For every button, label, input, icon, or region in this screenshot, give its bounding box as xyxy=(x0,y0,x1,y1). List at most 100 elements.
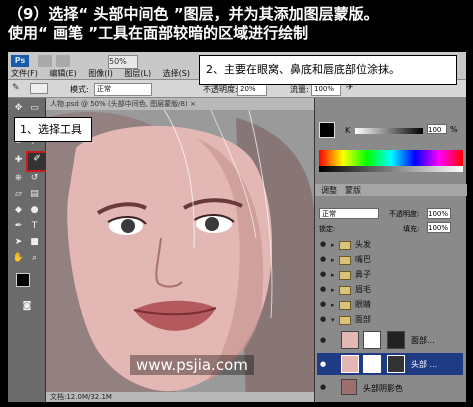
expand-arrow-icon[interactable]: ▸ xyxy=(331,238,335,252)
blend-mode-select[interactable]: 正常 xyxy=(319,208,379,219)
menu-edit[interactable]: 编辑(E) xyxy=(49,69,76,78)
bridge-icon[interactable] xyxy=(38,55,52,67)
grayscale-ramp[interactable] xyxy=(319,166,463,172)
tutorial-caption: （9）选择“ 头部中间色 ”图层，并为其添加图层蒙版。 使用“ 画笔 ”工具在面… xyxy=(0,0,473,54)
dodge-tool-icon[interactable]: ● xyxy=(28,204,41,216)
folder-icon xyxy=(339,241,351,250)
panel-foreground-swatch[interactable] xyxy=(319,122,335,138)
brush-preset-icon[interactable]: ✎ xyxy=(12,83,24,94)
layer-name: 头部阴影色 xyxy=(363,384,403,393)
layer-group-eyes[interactable]: ● ▸ 眼睛 xyxy=(317,298,463,312)
fill-input[interactable]: 100% xyxy=(427,222,451,233)
eraser-tool-icon[interactable]: ▱ xyxy=(12,188,25,200)
document-tab[interactable]: 人物.psd @ 50% (头部中间色, 图层蒙版/8) × xyxy=(46,98,314,110)
folder-icon xyxy=(339,256,351,265)
hand-tool-icon[interactable]: ✋ xyxy=(12,252,25,264)
layer-opacity-input[interactable]: 100% xyxy=(427,208,451,219)
flow-label: 流量: xyxy=(290,85,309,94)
menu-file[interactable]: 文件(F) xyxy=(11,69,38,78)
fill-label: 填充: xyxy=(403,225,420,233)
eye-icon[interactable]: ● xyxy=(320,383,329,392)
layer-name: 眼睛 xyxy=(355,300,371,309)
layer-group-nose[interactable]: ● ▸ 鼻子 xyxy=(317,268,463,282)
layer-name: 头部 ... xyxy=(411,360,438,369)
menu-layer[interactable]: 图层(L) xyxy=(124,69,151,78)
mask-thumbnail[interactable] xyxy=(363,331,381,349)
menu-select[interactable]: 选择(S) xyxy=(163,69,190,78)
mode-label: 模式: xyxy=(70,85,89,94)
zoom-select[interactable]: 50% xyxy=(108,55,138,69)
layer-group-mouth[interactable]: ● ▸ 嘴巴 xyxy=(317,253,463,267)
brush-size-picker[interactable] xyxy=(30,83,48,94)
marquee-tool-icon[interactable]: ▭ xyxy=(28,102,41,114)
layer-group-brows[interactable]: ● ▸ 眉毛 xyxy=(317,283,463,297)
tab-adjustments[interactable]: 调整 xyxy=(321,185,337,196)
expand-arrow-icon[interactable]: ▸ xyxy=(331,268,335,282)
k-unit: % xyxy=(450,125,458,134)
layer-name: 头发 xyxy=(355,240,371,249)
layer-opacity-label: 不透明度: xyxy=(389,210,420,218)
lock-label: 锁定: xyxy=(319,225,336,233)
pen-tool-icon[interactable]: ✒ xyxy=(12,220,25,232)
history-brush-tool-icon[interactable]: ↺ xyxy=(28,172,41,184)
type-tool-icon[interactable]: T xyxy=(28,220,41,232)
move-tool-icon[interactable]: ✥ xyxy=(12,102,25,114)
tab-masks[interactable]: 蒙版 xyxy=(345,185,361,196)
healing-tool-icon[interactable]: ✚ xyxy=(12,154,25,166)
layer-name: 面部 xyxy=(355,315,371,324)
layer-thumbnail xyxy=(341,355,359,373)
layer-face-mask[interactable]: ● 面部... xyxy=(317,329,463,351)
mask-thumbnail[interactable] xyxy=(363,355,381,373)
blur-tool-icon[interactable]: ◆ xyxy=(12,204,25,216)
caption-line-2: 使用“ 画笔 ”工具在面部较暗的区域进行绘制 xyxy=(8,24,309,42)
caption-line-1: （9）选择“ 头部中间色 ”图层，并为其添加图层蒙版。 xyxy=(8,5,379,23)
mask-thumbnail-2[interactable] xyxy=(387,331,405,349)
folder-icon xyxy=(339,316,351,325)
minibridge-icon[interactable] xyxy=(56,55,70,67)
layer-name: 嘴巴 xyxy=(355,255,371,264)
eye-icon[interactable]: ● xyxy=(320,360,329,369)
layer-thumbnail xyxy=(341,379,357,395)
k-label: K xyxy=(345,126,351,135)
eye-icon[interactable]: ● xyxy=(320,315,329,324)
foreground-color-swatch[interactable] xyxy=(16,273,30,287)
expand-arrow-icon[interactable]: ▸ xyxy=(331,283,335,297)
eye-icon[interactable]: ● xyxy=(320,240,329,249)
layer-thumbnail xyxy=(341,331,359,349)
layer-head-midtone-selected[interactable]: ● 头部 ... xyxy=(317,353,463,375)
clone-stamp-tool-icon[interactable]: ⎈ xyxy=(12,172,25,184)
eye-icon[interactable]: ● xyxy=(320,255,329,264)
expand-arrow-icon[interactable]: ▸ xyxy=(331,253,335,267)
adjustments-tabbar: 调整 蒙版 xyxy=(315,184,467,196)
color-spectrum-bar[interactable] xyxy=(319,150,463,166)
eye-icon[interactable]: ● xyxy=(320,270,329,279)
layer-name: 眉毛 xyxy=(355,285,371,294)
layer-head-shadow[interactable]: ● 头部阴影色 xyxy=(317,378,463,398)
expand-arrow-icon[interactable]: ▸ xyxy=(331,298,335,312)
layer-name: 面部... xyxy=(411,336,435,345)
folder-icon xyxy=(339,301,351,310)
brush-tool-icon[interactable]: ✐ xyxy=(26,151,48,172)
path-selection-tool-icon[interactable]: ➤ xyxy=(12,236,25,248)
k-value-input[interactable]: 100 xyxy=(427,124,447,134)
collapse-arrow-icon[interactable]: ▾ xyxy=(331,313,335,327)
shape-tool-icon[interactable]: ■ xyxy=(28,236,41,248)
callout-paint-areas: 2、主要在眼窝、鼻底和唇底部位涂抹。 xyxy=(199,55,457,85)
layer-name: 鼻子 xyxy=(355,270,371,279)
menu-items: 文件(F) 编辑(E) 图像(I) 图层(L) 选择(S) 滤 xyxy=(11,68,219,79)
gradient-tool-icon[interactable]: ▤ xyxy=(28,188,41,200)
layer-group-hair[interactable]: ● ▸ 头发 xyxy=(317,238,463,252)
eye-icon[interactable]: ● xyxy=(320,336,329,345)
eye-icon[interactable]: ● xyxy=(320,285,329,294)
mask-thumbnail-2[interactable] xyxy=(387,355,405,373)
folder-icon xyxy=(339,286,351,295)
layer-group-face[interactable]: ● ▾ 面部 xyxy=(317,313,463,327)
zoom-tool-icon[interactable]: ⌕ xyxy=(28,252,41,264)
right-panels: K 100 % 调整 蒙版 正常 不透明度: 100% 锁定: 填充: 100%… xyxy=(314,98,467,402)
menu-image[interactable]: 图像(I) xyxy=(88,69,113,78)
eye-icon[interactable]: ● xyxy=(320,300,329,309)
mode-select[interactable]: 正常 xyxy=(94,83,152,96)
photoshop-logo: Ps xyxy=(11,55,29,67)
k-slider[interactable] xyxy=(355,128,423,134)
quick-mask-icon[interactable]: ◙ xyxy=(18,300,36,312)
